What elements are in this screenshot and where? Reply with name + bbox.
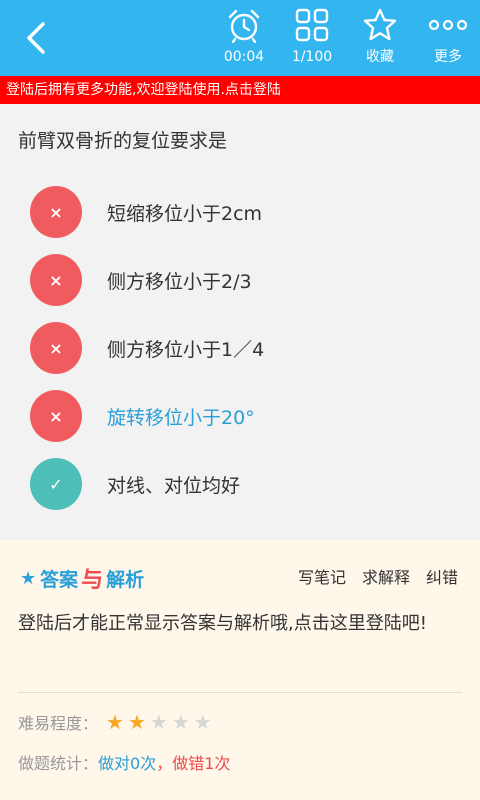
more-dots-icon — [428, 19, 468, 31]
top-bar: 00:04 1/100 收藏 更多 — [0, 0, 480, 76]
stats-wrong-count: 做错1次 — [172, 754, 231, 773]
difficulty-label: 难易程度： — [18, 714, 99, 733]
option-text: 侧方移位小于1／4 — [107, 338, 265, 361]
check-mark-icon: ✓ — [30, 458, 82, 510]
star-empty-icon: ★ — [171, 710, 190, 734]
more-label: 更多 — [434, 49, 462, 65]
option-e[interactable]: ✓ 对线、对位均好 — [30, 458, 450, 510]
progress-button[interactable]: 1/100 — [280, 6, 344, 70]
logo-answer-text: 答案 — [40, 568, 79, 591]
wrong-mark-icon: × — [30, 322, 82, 374]
question-title: 前臂双骨折的复位要求是 — [18, 130, 228, 152]
favorite-button[interactable]: 收藏 — [348, 6, 412, 70]
divider — [18, 692, 462, 693]
wrong-mark-icon: × — [30, 254, 82, 306]
difficulty-stars: ★ ★ ★ ★ ★ — [106, 712, 216, 732]
progress-label: 1/100 — [291, 49, 333, 65]
wrong-mark-icon: × — [30, 186, 82, 238]
option-a[interactable]: × 短缩移位小于2cm — [30, 186, 450, 238]
logo-analysis-text: 解析 — [106, 568, 145, 591]
stats-row: 做题统计： 做对0次 ， 做错1次 — [18, 750, 230, 774]
stats-right-count: 做对0次 — [98, 754, 157, 773]
star-empty-icon: ★ — [149, 710, 168, 734]
favorite-label: 收藏 — [366, 49, 394, 65]
star-filled-icon: ★ — [106, 710, 124, 734]
grid-icon — [295, 8, 329, 42]
alarm-clock-icon — [228, 9, 260, 43]
question-panel: 前臂双骨折的复位要求是 × 短缩移位小于2cm × 侧方移位小于2/3 × 侧方… — [0, 104, 480, 540]
analysis-panel: ★ 答案 与 解析 写笔记 求解释 纠错 登陆后才能正常显示答案与解析哦,点击这… — [0, 540, 480, 800]
chevron-left-icon — [27, 22, 45, 54]
report-error-button[interactable]: 纠错 — [426, 564, 458, 588]
timer-label: 00:04 — [223, 49, 265, 65]
option-d[interactable]: × 旋转移位小于20° — [30, 390, 450, 442]
option-b[interactable]: × 侧方移位小于2/3 — [30, 254, 450, 306]
analysis-logo: ★ 答案 与 解析 — [20, 562, 144, 594]
write-note-button[interactable]: 写笔记 — [298, 564, 346, 588]
stats-separator: ， — [156, 754, 173, 773]
option-c[interactable]: × 侧方移位小于1／4 — [30, 322, 450, 374]
ask-explain-button[interactable]: 求解释 — [362, 564, 410, 588]
stats-label: 做题统计： — [18, 754, 99, 773]
difficulty-row: 难易程度： ★ ★ ★ ★ ★ — [18, 710, 216, 734]
option-text: 侧方移位小于2/3 — [107, 270, 252, 293]
wrong-mark-icon: × — [30, 390, 82, 442]
option-text: 短缩移位小于2cm — [107, 202, 263, 225]
logo-with-text: 与 — [81, 568, 104, 593]
star-icon: ★ — [20, 567, 37, 589]
timer-button[interactable]: 00:04 — [212, 6, 276, 70]
option-text-selected: 旋转移位小于20° — [107, 406, 255, 429]
analysis-actions: 写笔记 求解释 纠错 — [298, 564, 458, 588]
analysis-login-prompt[interactable]: 登陆后才能正常显示答案与解析哦,点击这里登陆吧! — [18, 608, 464, 640]
login-banner[interactable]: 登陆后拥有更多功能,欢迎登陆使用.点击登陆 — [0, 76, 480, 104]
star-empty-icon: ★ — [193, 710, 212, 734]
back-button[interactable] — [16, 18, 56, 58]
star-filled-icon: ★ — [127, 710, 146, 734]
star-outline-icon — [363, 8, 397, 41]
option-text: 对线、对位均好 — [107, 474, 241, 497]
more-button[interactable]: 更多 — [416, 6, 480, 70]
